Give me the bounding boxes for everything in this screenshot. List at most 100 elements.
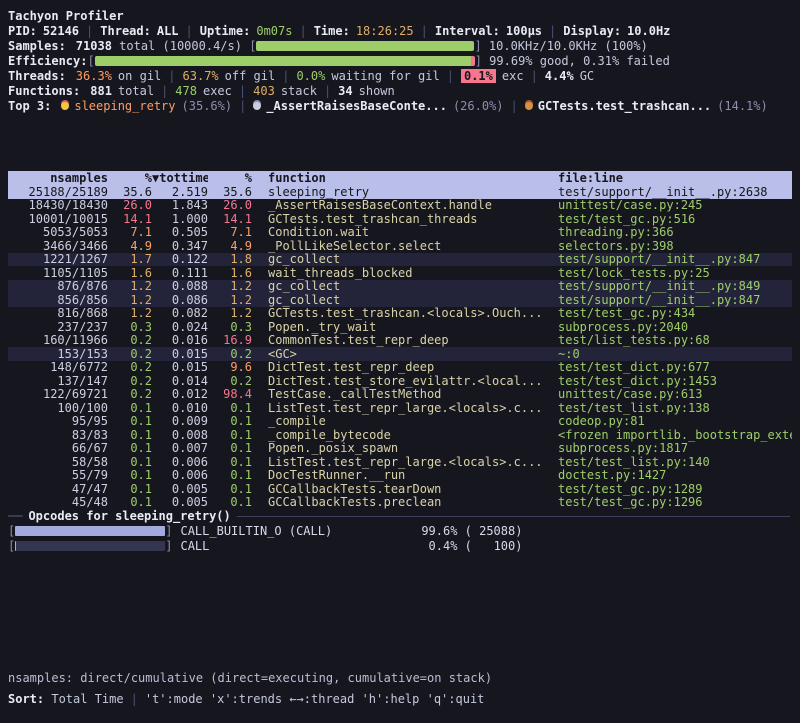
- time-label: Time:: [314, 24, 350, 38]
- cell-pct-direct: 0.1: [108, 401, 152, 415]
- threads-gc-value: 4.4%: [545, 69, 574, 83]
- header-file-line[interactable]: file:line: [554, 171, 792, 185]
- table-row[interactable]: 3466/34664.90.3474.9_PollLikeSelector.se…: [8, 239, 792, 253]
- top3-item-3-name[interactable]: GCTests.test_trashcan...: [538, 99, 711, 113]
- table-row[interactable]: 5053/50537.10.5057.1Condition.waitthread…: [8, 226, 792, 240]
- cell-function: DocTestRunner.__run: [252, 469, 554, 483]
- table-row[interactable]: 237/2370.30.0240.3Popen._try_waitsubproc…: [8, 320, 792, 334]
- table-row[interactable]: 66/670.10.0070.1Popen._posix_spawnsubpro…: [8, 442, 792, 456]
- cell-tottime: 0.347: [152, 239, 208, 253]
- functions-line: Functions: 881 total | 478 exec | 403 st…: [8, 83, 792, 98]
- cell-pct-direct: 0.2: [108, 334, 152, 348]
- cell-tottime: 0.006: [152, 455, 208, 469]
- cell-tottime: 0.088: [152, 280, 208, 294]
- table-row[interactable]: 1221/12671.70.1221.8gc_collecttest/suppo…: [8, 253, 792, 267]
- cell-file-line: test/test_dict.py:677: [554, 361, 792, 375]
- header-pct-direct[interactable]: %: [108, 171, 152, 185]
- table-row[interactable]: 816/8681.20.0821.2GCTests.test_trashcan.…: [8, 307, 792, 321]
- cell-function: TestCase._callTestMethod: [252, 388, 554, 402]
- uptime-value: 0m07s: [256, 24, 292, 38]
- cell-function: GCTests.test_trashcan.<locals>.Ouch...: [252, 307, 554, 321]
- cell-pct-direct: 0.2: [108, 347, 152, 361]
- cell-file-line: test/test_gc.py:1289: [554, 482, 792, 496]
- cell-tottime: 0.010: [152, 401, 208, 415]
- functions-label: Functions:: [8, 84, 80, 98]
- cell-nsamples: 55/79: [8, 469, 108, 483]
- threads-exc-name: exc: [502, 69, 524, 83]
- footer-keybar: Sort: Total Time | 't':mode 'x':trends ←…: [8, 688, 492, 709]
- cell-nsamples: 816/868: [8, 307, 108, 321]
- separator: |: [86, 24, 93, 38]
- cell-pct-direct: 0.1: [108, 442, 152, 456]
- cell-pct-cum: 0.1: [208, 428, 252, 442]
- table-row[interactable]: 148/67720.20.0159.6DictTest.test_repr_de…: [8, 361, 792, 375]
- header-nsamples[interactable]: nsamples: [8, 171, 108, 185]
- cell-file-line: unittest/case.py:613: [554, 388, 792, 402]
- opcode-1-name: CALL_BUILTIN_O (CALL): [172, 524, 410, 538]
- tachyon-profiler-screen: Tachyon Profiler PID: 52146 | Thread: AL…: [0, 0, 800, 723]
- cell-pct-direct: 0.1: [108, 496, 152, 510]
- cell-file-line: test/test_gc.py:1296: [554, 496, 792, 510]
- table-row[interactable]: 55/790.10.0060.1DocTestRunner.__rundocte…: [8, 469, 792, 483]
- header-pct-cum[interactable]: %: [208, 171, 252, 185]
- cell-pct-cum: 16.9: [208, 334, 252, 348]
- cell-nsamples: 47/47: [8, 482, 108, 496]
- cell-file-line: <frozen importlib._bootstrap_externa: [554, 428, 792, 442]
- cell-function: GCCallbackTests.tearDown: [252, 482, 554, 496]
- functions-exec-value: 478: [175, 84, 197, 98]
- cell-tottime: 0.008: [152, 428, 208, 442]
- table-row[interactable]: 122/697210.20.01298.4TestCase._callTestM…: [8, 388, 792, 402]
- cell-tottime: 0.016: [152, 334, 208, 348]
- table-row[interactable]: 153/1530.20.0150.2<GC>~:0: [8, 347, 792, 361]
- silver-medal-icon: [253, 102, 261, 110]
- cell-nsamples: 148/6772: [8, 361, 108, 375]
- table-row[interactable]: 58/580.10.0060.1ListTest.test_repr_large…: [8, 455, 792, 469]
- function-table: nsamples % ▼tottime % function file:line…: [8, 171, 792, 509]
- bracket: ]: [165, 539, 172, 553]
- table-row[interactable]: 1105/11051.60.1111.6wait_threads_blocked…: [8, 266, 792, 280]
- efficiency-line: Efficiency: [ ] 99.69% good, 0.31% faile…: [8, 53, 792, 68]
- functions-stack-name: stack: [281, 84, 317, 98]
- header-tottime-sort[interactable]: ▼tottime: [152, 171, 208, 185]
- samples-bar-fill: [256, 41, 474, 51]
- cell-file-line: doctest.py:1427: [554, 469, 792, 483]
- thread-value[interactable]: ALL: [157, 24, 179, 38]
- cell-nsamples: 58/58: [8, 455, 108, 469]
- cell-file-line: unittest/case.py:245: [554, 199, 792, 213]
- table-row[interactable]: 83/830.10.0080.1_compile_bytecode<frozen…: [8, 428, 792, 442]
- efficiency-good-fill: [95, 56, 471, 66]
- table-row[interactable]: 160/119660.20.01616.9CommonTest.test_rep…: [8, 334, 792, 348]
- cell-pct-direct: 0.1: [108, 415, 152, 429]
- table-row[interactable]: 100/1000.10.0100.1ListTest.test_repr_lar…: [8, 401, 792, 415]
- threads-on-gil-value: 36.3%: [76, 69, 112, 83]
- table-row[interactable]: 25188/2518935.62.51935.6sleeping_retryte…: [8, 185, 792, 199]
- separator: |: [511, 99, 518, 113]
- dash-fill: [237, 516, 790, 517]
- opcodes-title: Opcodes for sleeping_retry(): [28, 509, 230, 523]
- cell-nsamples: 1221/1267: [8, 253, 108, 267]
- table-row[interactable]: 18430/1843026.01.84326.0_AssertRaisesBas…: [8, 199, 792, 213]
- cell-function: DictTest.test_repr_deep: [252, 361, 554, 375]
- table-row[interactable]: 47/470.10.0050.1GCCallbackTests.tearDown…: [8, 482, 792, 496]
- top3-item-1-name[interactable]: sleeping_retry: [74, 99, 175, 113]
- table-row[interactable]: 95/950.10.0090.1_compilecodeop.py:81: [8, 415, 792, 429]
- display-label: Display:: [563, 24, 621, 38]
- header-function[interactable]: function: [252, 171, 554, 185]
- table-row[interactable]: 876/8761.20.0881.2gc_collecttest/support…: [8, 280, 792, 294]
- display-value: 10.0Hz: [627, 24, 670, 38]
- opcode-row: [ ] CALL_BUILTIN_O (CALL) 99.6% ( 25088): [8, 523, 792, 538]
- efficiency-summary: 99.69% good, 0.31% failed: [482, 54, 670, 68]
- cell-tottime: 0.015: [152, 361, 208, 375]
- cell-nsamples: 66/67: [8, 442, 108, 456]
- table-row[interactable]: 45/480.10.0050.1GCCallbackTests.preclean…: [8, 496, 792, 510]
- cell-pct-cum: 7.1: [208, 226, 252, 240]
- cell-nsamples: 160/11966: [8, 334, 108, 348]
- cell-pct-direct: 0.2: [108, 361, 152, 375]
- table-row[interactable]: 137/1470.20.0140.2DictTest.test_store_ev…: [8, 374, 792, 388]
- functions-shown-name: shown: [359, 84, 395, 98]
- cell-tottime: 0.082: [152, 307, 208, 321]
- top3-item-2-name[interactable]: _AssertRaisesBaseConte...: [266, 99, 447, 113]
- table-row[interactable]: 10001/1001514.11.00014.1GCTests.test_tra…: [8, 212, 792, 226]
- top3-item-2-pct: (26.0%): [453, 99, 504, 113]
- table-row[interactable]: 856/8561.20.0861.2gc_collecttest/support…: [8, 293, 792, 307]
